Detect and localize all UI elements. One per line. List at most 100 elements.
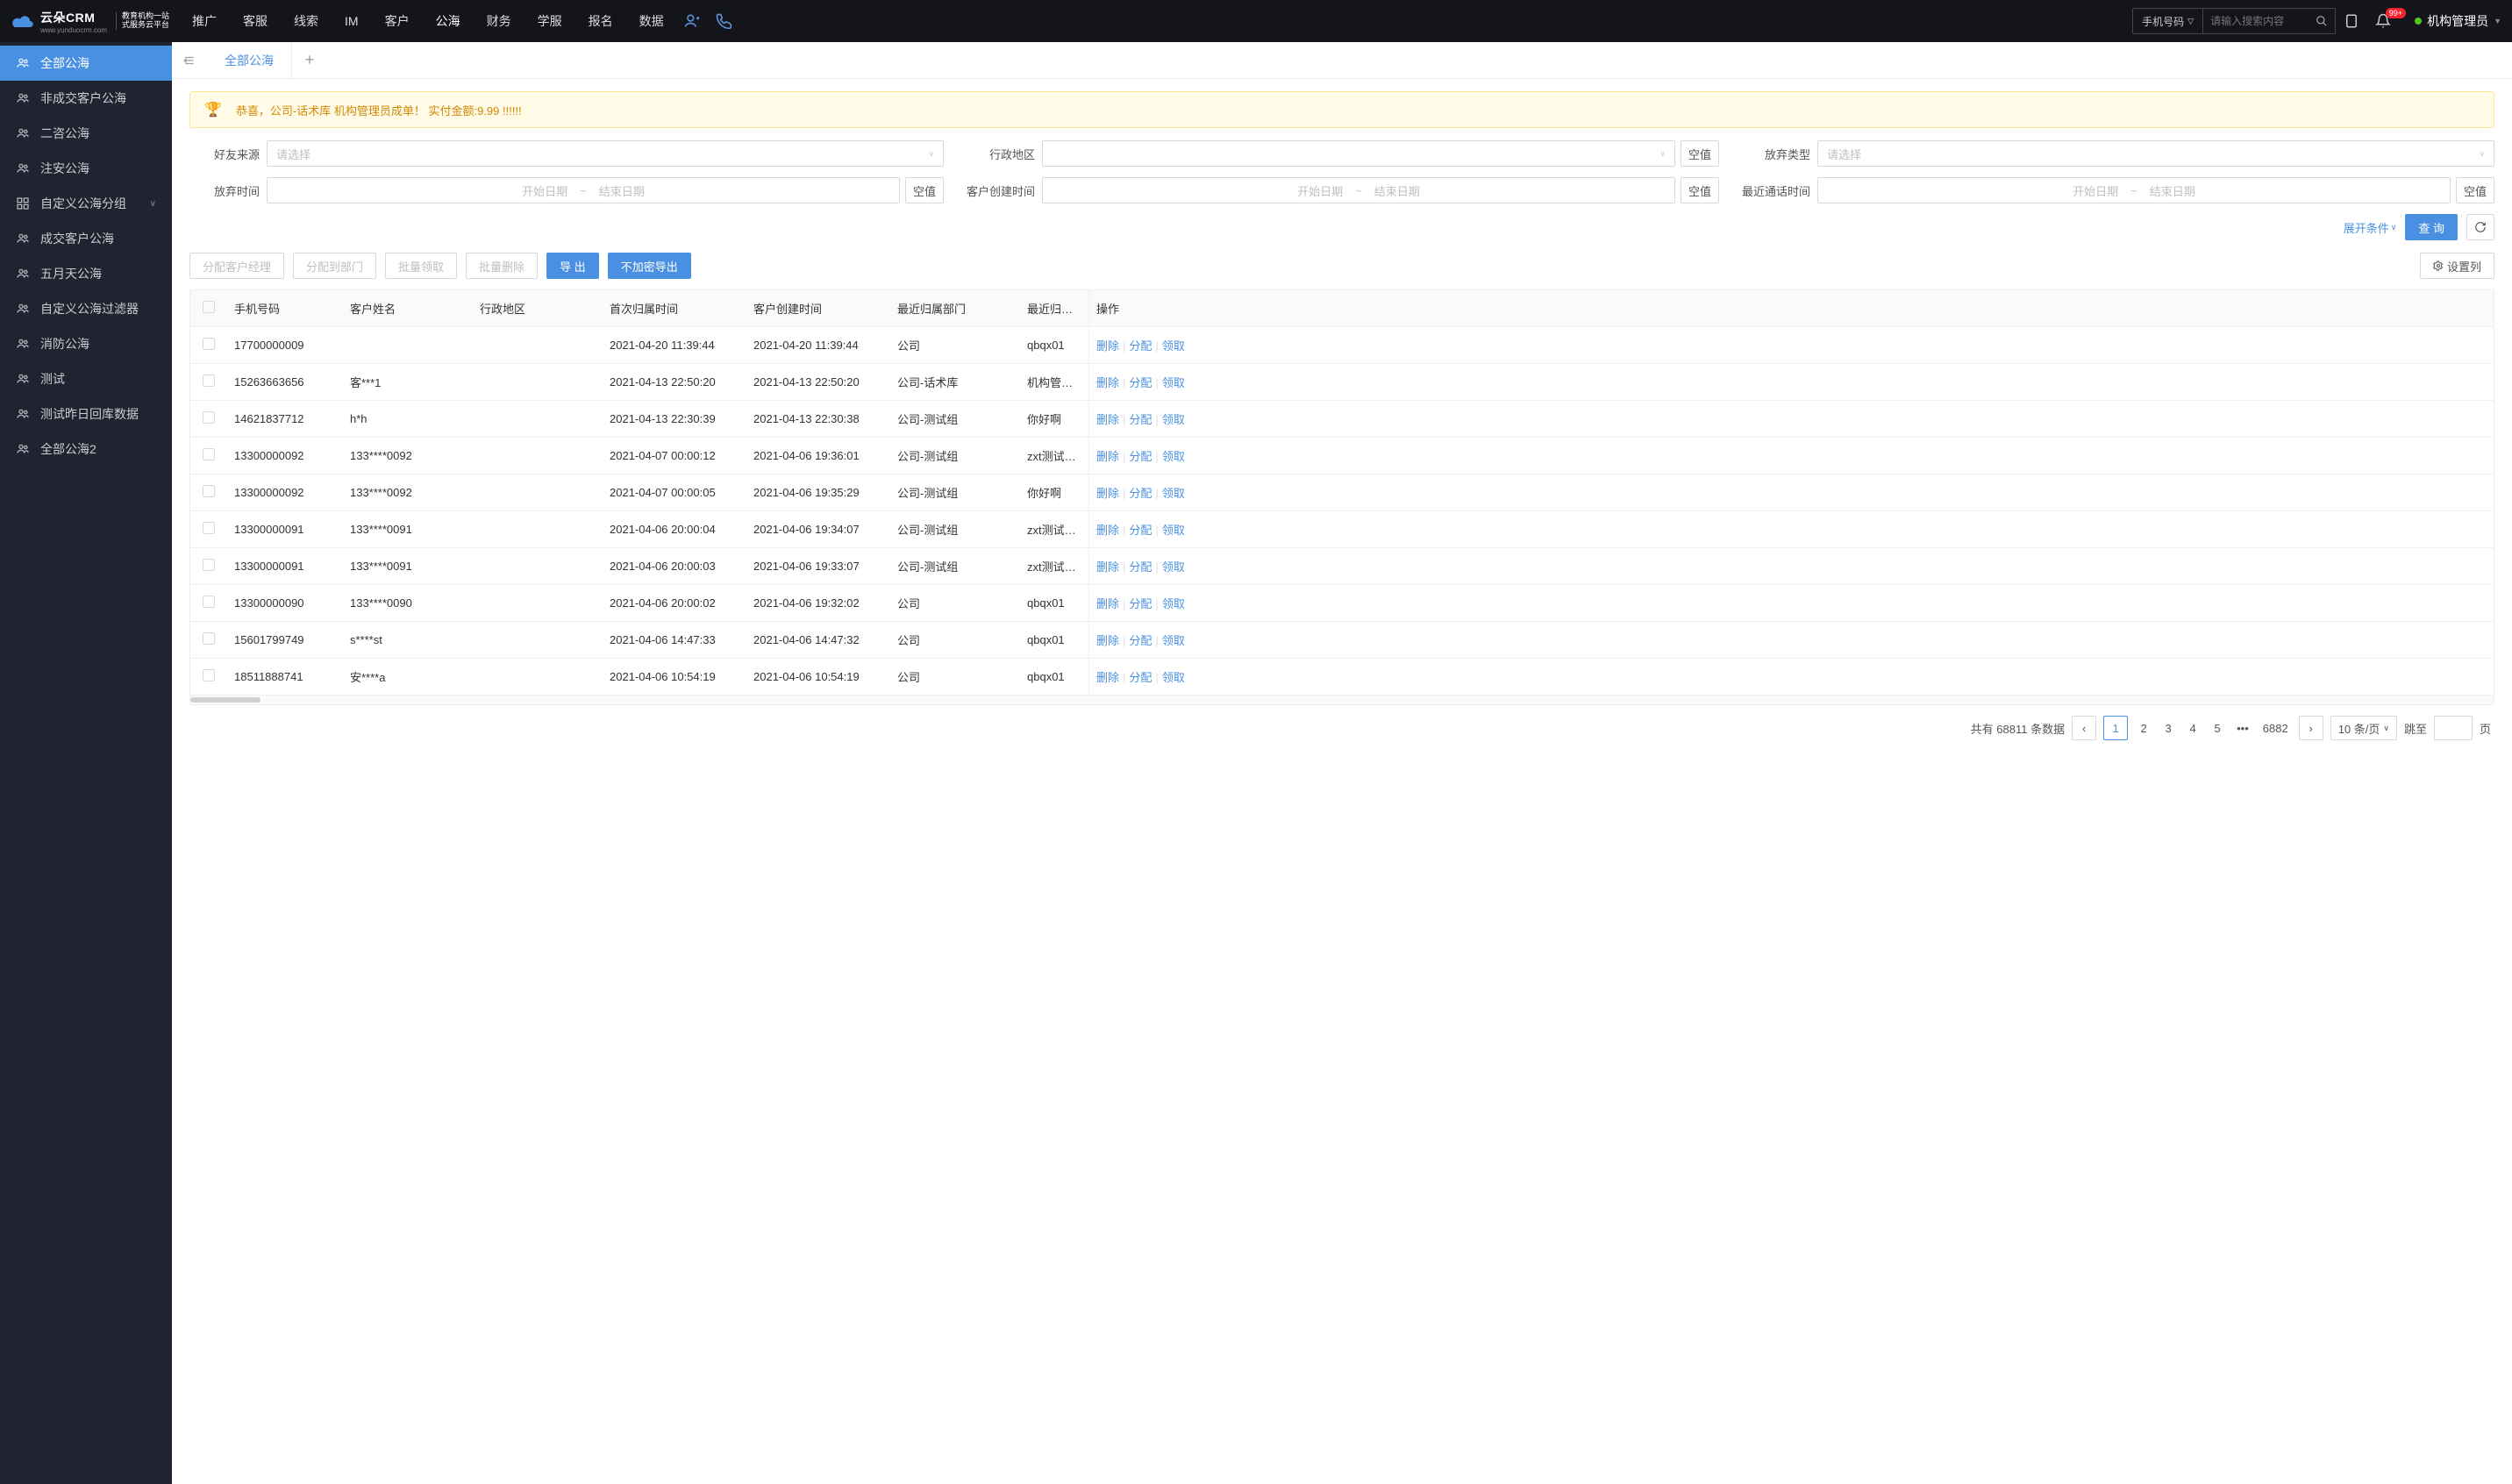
row-delete-link[interactable]: 删除 <box>1096 450 1119 463</box>
col-phone[interactable]: 手机号码 <box>227 290 343 326</box>
page-2[interactable]: 2 <box>2135 722 2152 735</box>
nav-item[interactable]: 客服 <box>231 0 280 42</box>
search-button[interactable] <box>2309 8 2335 34</box>
row-delete-link[interactable]: 删除 <box>1096 487 1119 500</box>
query-button[interactable]: 查 询 <box>2405 214 2458 240</box>
row-checkbox[interactable] <box>203 448 215 460</box>
tab-all-sea[interactable]: 全部公海 <box>207 42 292 79</box>
phone-icon[interactable] <box>715 12 732 30</box>
table-row[interactable]: 13300000092133****00922021-04-07 00:00:1… <box>190 438 2494 474</box>
row-checkbox[interactable] <box>203 338 215 350</box>
search-type-select[interactable]: 手机号码 ▽ <box>2133 9 2203 33</box>
table-row[interactable]: 177000000092021-04-20 11:39:442021-04-20… <box>190 327 2494 364</box>
sidebar-item[interactable]: 全部公海 <box>0 46 172 81</box>
row-delete-link[interactable]: 删除 <box>1096 671 1119 684</box>
page-size-select[interactable]: 10 条/页∨ <box>2330 716 2397 740</box>
nav-item[interactable]: 数据 <box>627 0 676 42</box>
abandon-time-empty-button[interactable]: 空值 <box>905 177 944 203</box>
table-row[interactable]: 18511888741安****a2021-04-06 10:54:192021… <box>190 659 2494 696</box>
next-page-button[interactable]: › <box>2299 716 2323 740</box>
page-3[interactable]: 3 <box>2159 722 2177 735</box>
admin-region-select[interactable]: ∨ <box>1042 140 1675 167</box>
abandon-time-range[interactable]: 开始日期~结束日期 <box>267 177 900 203</box>
create-time-range[interactable]: 开始日期~结束日期 <box>1042 177 1675 203</box>
sidebar-item[interactable]: 消防公海 <box>0 326 172 361</box>
sidebar-item[interactable]: 五月天公海 <box>0 256 172 291</box>
row-claim-link[interactable]: 领取 <box>1162 487 1185 500</box>
search-input[interactable] <box>2203 15 2309 27</box>
prev-page-button[interactable]: ‹ <box>2072 716 2096 740</box>
row-claim-link[interactable]: 领取 <box>1162 634 1185 647</box>
export-plain-button[interactable]: 不加密导出 <box>608 253 691 279</box>
assign-dept-button[interactable]: 分配到部门 <box>293 253 376 279</box>
abandon-type-select[interactable]: 请选择∨ <box>1817 140 2494 167</box>
call-time-empty-button[interactable]: 空值 <box>2456 177 2494 203</box>
row-claim-link[interactable]: 领取 <box>1162 450 1185 463</box>
col-name[interactable]: 客户姓名 <box>343 290 473 326</box>
nav-item[interactable]: 公海 <box>424 0 473 42</box>
row-claim-link[interactable]: 领取 <box>1162 671 1185 684</box>
sidebar-item[interactable]: 测试昨日回库数据 <box>0 396 172 432</box>
col-first-time[interactable]: 首次归属时间 <box>603 290 746 326</box>
row-delete-link[interactable]: 删除 <box>1096 524 1119 537</box>
row-assign-link[interactable]: 分配 <box>1129 597 1152 610</box>
nav-item[interactable]: 客户 <box>373 0 422 42</box>
logo[interactable]: 云朵CRM www.yunduocrm.com 教育机构一站 式服务云平台 <box>11 9 169 34</box>
table-row[interactable]: 15601799749s****st2021-04-06 14:47:33202… <box>190 622 2494 659</box>
sidebar-item[interactable]: 测试 <box>0 361 172 396</box>
row-delete-link[interactable]: 删除 <box>1096 560 1119 574</box>
reload-button[interactable] <box>2466 214 2494 240</box>
col-region[interactable]: 行政地区 <box>473 290 603 326</box>
create-time-empty-button[interactable]: 空值 <box>1681 177 1719 203</box>
row-claim-link[interactable]: 领取 <box>1162 524 1185 537</box>
row-assign-link[interactable]: 分配 <box>1129 487 1152 500</box>
row-assign-link[interactable]: 分配 <box>1129 671 1152 684</box>
add-tab-button[interactable]: + <box>292 51 327 69</box>
page-4[interactable]: 4 <box>2184 722 2202 735</box>
col-person[interactable]: 最近归属人 <box>1020 290 1088 326</box>
sidebar-item[interactable]: 自定义公海分组∨ <box>0 186 172 221</box>
row-checkbox[interactable] <box>203 485 215 497</box>
assign-manager-button[interactable]: 分配客户经理 <box>189 253 284 279</box>
nav-item[interactable]: 财务 <box>475 0 524 42</box>
row-claim-link[interactable]: 领取 <box>1162 339 1185 353</box>
nav-item[interactable]: 线索 <box>282 0 331 42</box>
table-row[interactable]: 13300000091133****00912021-04-06 20:00:0… <box>190 548 2494 585</box>
table-row[interactable]: 13300000091133****00912021-04-06 20:00:0… <box>190 511 2494 548</box>
batch-claim-button[interactable]: 批量领取 <box>385 253 457 279</box>
horizontal-scrollbar[interactable] <box>190 696 2494 704</box>
tablet-icon[interactable] <box>2336 13 2367 29</box>
last-page[interactable]: 6882 <box>2259 722 2292 735</box>
row-checkbox[interactable] <box>203 632 215 645</box>
row-assign-link[interactable]: 分配 <box>1129 450 1152 463</box>
row-claim-link[interactable]: 领取 <box>1162 597 1185 610</box>
collapse-sidebar-button[interactable] <box>172 54 207 67</box>
nav-item[interactable]: 报名 <box>576 0 625 42</box>
nav-item[interactable]: IM <box>332 0 371 42</box>
page-1[interactable]: 1 <box>2103 716 2128 740</box>
nav-item[interactable]: 推广 <box>180 0 229 42</box>
page-5[interactable]: 5 <box>2209 722 2226 735</box>
table-row[interactable]: 13300000090133****00902021-04-06 20:00:0… <box>190 585 2494 622</box>
row-assign-link[interactable]: 分配 <box>1129 560 1152 574</box>
row-checkbox[interactable] <box>203 411 215 424</box>
row-delete-link[interactable]: 删除 <box>1096 413 1119 426</box>
col-dept[interactable]: 最近归属部门 <box>890 290 1020 326</box>
notifications-icon[interactable]: 99+ <box>2367 13 2399 29</box>
row-assign-link[interactable]: 分配 <box>1129 413 1152 426</box>
select-all-checkbox[interactable] <box>203 301 215 313</box>
sidebar-item[interactable]: 自定义公海过滤器 <box>0 291 172 326</box>
row-delete-link[interactable]: 删除 <box>1096 339 1119 353</box>
row-checkbox[interactable] <box>203 596 215 608</box>
jump-page-input[interactable] <box>2434 716 2473 740</box>
row-assign-link[interactable]: 分配 <box>1129 376 1152 389</box>
batch-delete-button[interactable]: 批量删除 <box>466 253 538 279</box>
table-row[interactable]: 14621837712h*h2021-04-13 22:30:392021-04… <box>190 401 2494 438</box>
row-delete-link[interactable]: 删除 <box>1096 634 1119 647</box>
expand-filters-link[interactable]: 展开条件 ∨ <box>2344 219 2397 236</box>
sidebar-item[interactable]: 成交客户公海 <box>0 221 172 256</box>
page-ellipsis[interactable]: ••• <box>2233 722 2252 735</box>
row-delete-link[interactable]: 删除 <box>1096 376 1119 389</box>
row-assign-link[interactable]: 分配 <box>1129 634 1152 647</box>
export-button[interactable]: 导 出 <box>546 253 599 279</box>
